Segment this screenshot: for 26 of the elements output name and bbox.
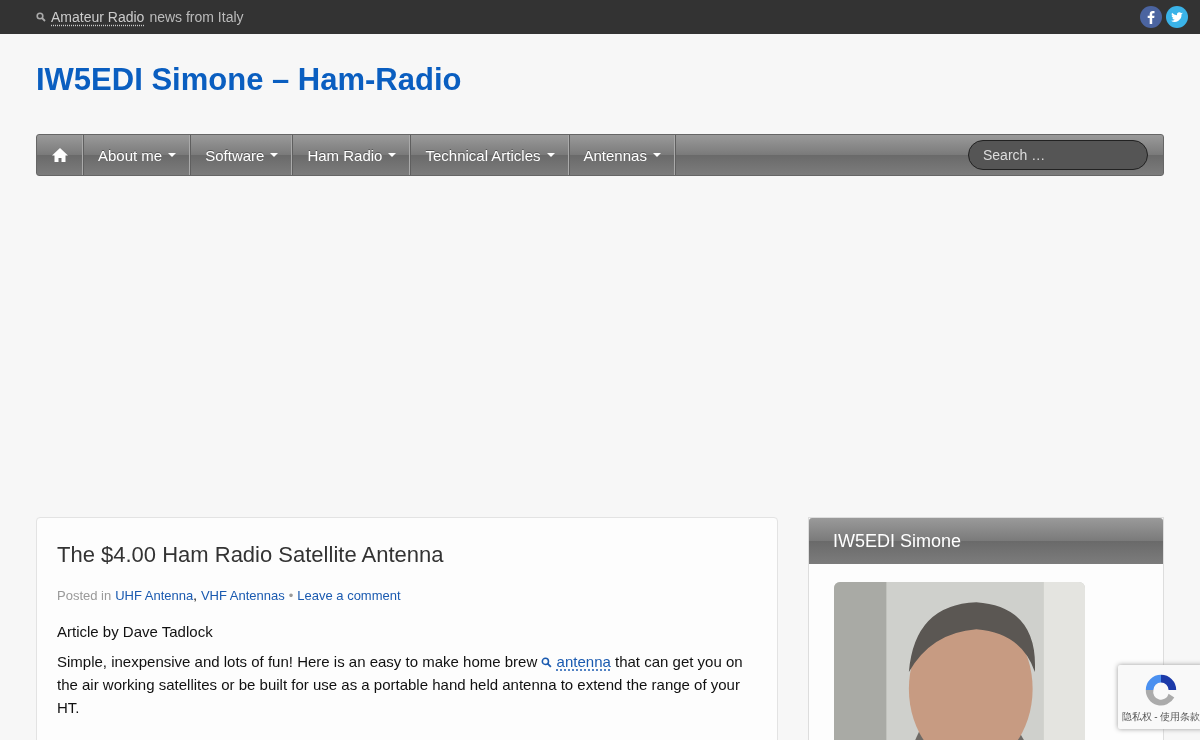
article-title[interactable]: The $4.00 Ham Radio Satellite Antenna — [57, 542, 747, 568]
tagline-text: news from Italy — [149, 9, 244, 25]
nav-menu-item[interactable]: About me — [84, 135, 192, 175]
site-title[interactable]: IW5EDI Simone – Ham-Radio — [36, 34, 1164, 134]
nav-menu-item[interactable]: Antennas — [569, 135, 676, 175]
category-link[interactable]: VHF Antennas — [200, 588, 285, 603]
article-paragraph: Simple, inexpensive and lots of fun! Here is an easy to make home brew antenna that can get you on the air working satellites or be built for use as a portable hand held antenna to extend the range of your HT. — [57, 652, 744, 718]
tagline-link[interactable]: Amateur Radio — [51, 9, 145, 25]
separator-dot: • — [288, 588, 294, 603]
twitter-icon[interactable] — [1166, 6, 1188, 28]
house-icon — [51, 147, 69, 163]
nav-menu-item[interactable]: Technical Articles — [411, 135, 570, 175]
search-field[interactable]: Search … — [968, 140, 1148, 170]
recaptcha-links[interactable]: 隐私权 - 使用条款 — [1121, 709, 1200, 724]
posted-in-label: Posted in — [57, 588, 112, 603]
facebook-icon[interactable] — [1140, 6, 1162, 28]
widget-title: IW5EDI Simone — [833, 530, 962, 552]
search-icon — [36, 12, 46, 22]
antenna-link[interactable]: antenna — [556, 653, 611, 670]
nav-menu-item[interactable]: Software — [191, 135, 294, 175]
comment-link[interactable]: Leave a comment — [297, 588, 401, 603]
byline: Article by Dave Tadlock — [57, 623, 214, 640]
recaptcha-badge[interactable]: 隐私权 - 使用条款 — [1118, 665, 1200, 729]
search-icon — [541, 657, 553, 668]
nav-menu-item[interactable]: Ham Radio — [293, 135, 412, 175]
comma: , — [193, 588, 197, 603]
